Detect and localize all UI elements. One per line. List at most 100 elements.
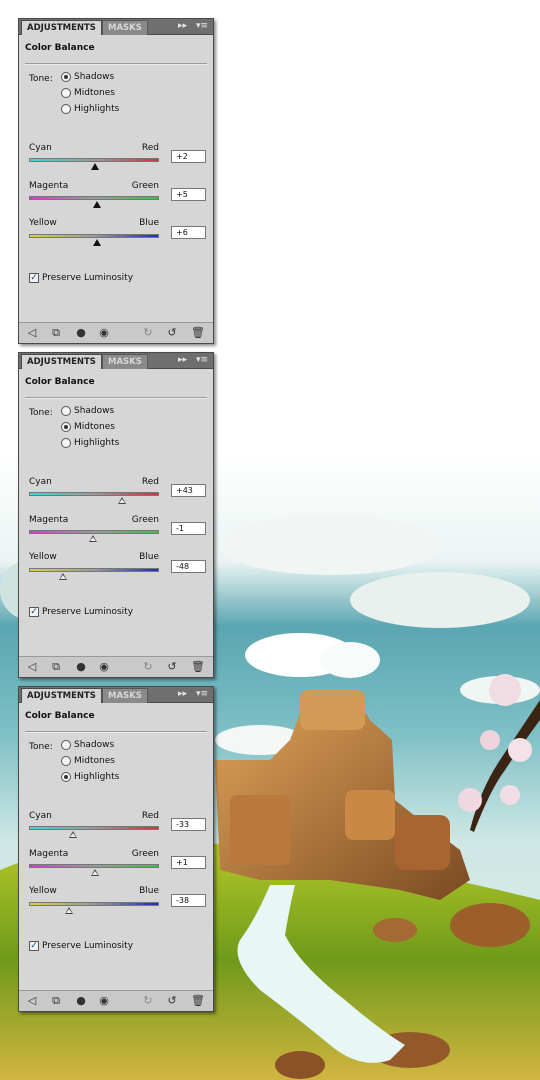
- yellow-blue-slider[interactable]: [29, 568, 159, 572]
- reset-icon[interactable]: ↺: [165, 326, 179, 339]
- radio-button-icon[interactable]: [61, 438, 71, 448]
- reset-icon[interactable]: ↺: [165, 660, 179, 673]
- cyan-red-slider[interactable]: [29, 492, 159, 496]
- magenta-green-slider[interactable]: [29, 196, 159, 200]
- trash-icon[interactable]: 🗑: [191, 994, 205, 1007]
- preserve-luminosity-checkbox[interactable]: ✓ Preserve Luminosity: [29, 607, 133, 617]
- radio-highlights[interactable]: Highlights: [61, 770, 119, 784]
- radio-label: Highlights: [74, 438, 120, 448]
- divider: [25, 397, 207, 399]
- yellow-blue-value-input[interactable]: +6: [171, 226, 206, 239]
- cyan-red-slider[interactable]: [29, 826, 159, 830]
- panel-menu-icon[interactable]: ▾≡: [196, 355, 208, 365]
- panel-title: Color Balance: [25, 43, 95, 53]
- yellow-blue-value-input[interactable]: -48: [171, 560, 206, 573]
- slider-handle[interactable]: [90, 869, 99, 876]
- tab-masks[interactable]: MASKS: [102, 20, 148, 35]
- slider-label-right: Green: [131, 515, 159, 525]
- trash-icon[interactable]: 🗑: [191, 326, 205, 339]
- slider-label-left: Magenta: [29, 849, 69, 859]
- visibility-circle-icon[interactable]: ●: [74, 660, 88, 673]
- slider-handle[interactable]: [58, 573, 67, 580]
- radio-button-icon[interactable]: [61, 88, 71, 98]
- radio-midtones[interactable]: Midtones: [61, 86, 115, 100]
- previous-state-icon[interactable]: ↻: [141, 994, 155, 1007]
- slider-handle[interactable]: [89, 535, 98, 542]
- back-arrow-icon[interactable]: ◁: [25, 660, 39, 673]
- slider-label-right: Red: [141, 811, 159, 821]
- slider-label-right: Green: [131, 849, 159, 859]
- clip-layer-icon[interactable]: ⧉: [49, 326, 63, 340]
- checkbox-checked-icon[interactable]: ✓: [29, 941, 39, 951]
- eye-icon[interactable]: ◉: [97, 994, 111, 1007]
- radio-button-icon[interactable]: [61, 422, 71, 432]
- visibility-circle-icon[interactable]: ●: [74, 326, 88, 339]
- previous-state-icon[interactable]: ↻: [141, 326, 155, 339]
- slider-handle[interactable]: [93, 239, 102, 246]
- previous-state-icon[interactable]: ↻: [141, 660, 155, 673]
- tab-adjustments[interactable]: ADJUSTMENTS: [21, 354, 102, 369]
- tab-masks[interactable]: MASKS: [102, 354, 148, 369]
- collapse-panel-icon[interactable]: ▸▸: [178, 21, 187, 31]
- radio-midtones[interactable]: Midtones: [61, 754, 115, 768]
- radio-button-icon[interactable]: [61, 740, 71, 750]
- radio-midtones[interactable]: Midtones: [61, 420, 115, 434]
- radio-highlights[interactable]: Highlights: [61, 436, 119, 450]
- magenta-green-slider[interactable]: [29, 864, 159, 868]
- radio-button-icon[interactable]: [61, 72, 71, 82]
- checkbox-checked-icon[interactable]: ✓: [29, 607, 39, 617]
- eye-icon[interactable]: ◉: [97, 326, 111, 339]
- radio-shadows[interactable]: Shadows: [61, 738, 114, 752]
- magenta-green-value-input[interactable]: +5: [171, 188, 206, 201]
- magenta-green-value-input[interactable]: +1: [171, 856, 206, 869]
- cyan-red-value-input[interactable]: -33: [171, 818, 206, 831]
- collapse-panel-icon[interactable]: ▸▸: [178, 689, 187, 699]
- yellow-blue-value-input[interactable]: -38: [171, 894, 206, 907]
- checkbox-checked-icon[interactable]: ✓: [29, 273, 39, 283]
- radio-shadows[interactable]: Shadows: [61, 404, 114, 418]
- clip-layer-icon[interactable]: ⧉: [49, 660, 63, 674]
- tab-adjustments[interactable]: ADJUSTMENTS: [21, 20, 102, 35]
- magenta-green-slider[interactable]: [29, 530, 159, 534]
- panel-menu-icon[interactable]: ▾≡: [196, 21, 208, 31]
- slider-handle[interactable]: [68, 831, 77, 838]
- yellow-blue-slider[interactable]: [29, 902, 159, 906]
- preserve-luminosity-checkbox[interactable]: ✓ Preserve Luminosity: [29, 941, 133, 951]
- slider-label-right: Green: [131, 181, 159, 191]
- eye-icon[interactable]: ◉: [97, 660, 111, 673]
- radio-button-icon[interactable]: [61, 772, 71, 782]
- radio-button-icon[interactable]: [61, 104, 71, 114]
- back-arrow-icon[interactable]: ◁: [25, 326, 39, 339]
- panel-tab-bar: ADJUSTMENTS MASKS ▸▸ ▾≡: [19, 19, 213, 35]
- divider: [25, 731, 207, 733]
- radio-shadows[interactable]: Shadows: [61, 70, 114, 84]
- slider-label-right: Red: [141, 477, 159, 487]
- visibility-circle-icon[interactable]: ●: [74, 994, 88, 1007]
- collapse-panel-icon[interactable]: ▸▸: [178, 355, 187, 365]
- radio-button-icon[interactable]: [61, 406, 71, 416]
- color-balance-panel-shadows: ADJUSTMENTS MASKS ▸▸ ▾≡ Color Balance To…: [18, 18, 214, 344]
- reset-icon[interactable]: ↺: [165, 994, 179, 1007]
- magenta-green-value-input[interactable]: -1: [171, 522, 206, 535]
- trash-icon[interactable]: 🗑: [191, 660, 205, 673]
- yellow-blue-slider[interactable]: [29, 234, 159, 238]
- radio-label: Midtones: [74, 756, 115, 766]
- tab-masks[interactable]: MASKS: [102, 688, 148, 703]
- panel-menu-icon[interactable]: ▾≡: [196, 689, 208, 699]
- checkbox-label: Preserve Luminosity: [42, 607, 134, 617]
- checkbox-label: Preserve Luminosity: [42, 941, 134, 951]
- back-arrow-icon[interactable]: ◁: [25, 994, 39, 1007]
- cyan-red-slider[interactable]: [29, 158, 159, 162]
- radio-button-icon[interactable]: [61, 756, 71, 766]
- preserve-luminosity-checkbox[interactable]: ✓ Preserve Luminosity: [29, 273, 133, 283]
- slider-handle[interactable]: [117, 497, 126, 504]
- slider-handle[interactable]: [92, 201, 101, 208]
- clip-layer-icon[interactable]: ⧉: [49, 994, 63, 1008]
- tab-adjustments[interactable]: ADJUSTMENTS: [21, 688, 102, 703]
- slider-handle[interactable]: [65, 907, 74, 914]
- slider-label-right: Red: [141, 143, 159, 153]
- cyan-red-value-input[interactable]: +43: [171, 484, 206, 497]
- cyan-red-value-input[interactable]: +2: [171, 150, 206, 163]
- radio-highlights[interactable]: Highlights: [61, 102, 119, 116]
- slider-handle[interactable]: [90, 163, 99, 170]
